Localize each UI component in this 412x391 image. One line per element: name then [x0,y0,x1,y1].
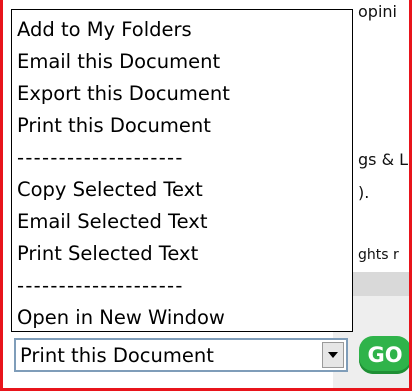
document-actions-dropdown-list[interactable]: Add to My Folders Email this Document Ex… [11,9,353,332]
option-separator[interactable]: -------------------- [17,142,352,174]
option-export-document[interactable]: Export this Document [17,78,352,110]
select-value: Print this Document [20,344,214,367]
option-open-new-window[interactable]: Open in New Window [17,302,352,334]
background-text: ghts r [358,247,399,263]
option-separator[interactable]: -------------------- [17,270,352,302]
page-frame: opini gs & L ). ghts r Add to My Folders… [0,0,412,391]
background-text: gs & L [358,150,409,169]
option-email-document[interactable]: Email this Document [17,46,352,78]
option-print-document[interactable]: Print this Document [17,110,352,142]
option-copy-selected-text[interactable]: Copy Selected Text [17,174,352,206]
option-add-to-folders[interactable]: Add to My Folders [17,14,352,46]
background-text: opini [358,2,397,21]
chevron-down-icon[interactable] [322,342,344,368]
option-email-selected-text[interactable]: Email Selected Text [17,206,352,238]
document-actions-select[interactable]: Print this Document [14,338,348,372]
go-button[interactable]: GO [359,336,409,374]
option-print-selected-text[interactable]: Print Selected Text [17,238,352,270]
background-text: ). [358,183,370,202]
